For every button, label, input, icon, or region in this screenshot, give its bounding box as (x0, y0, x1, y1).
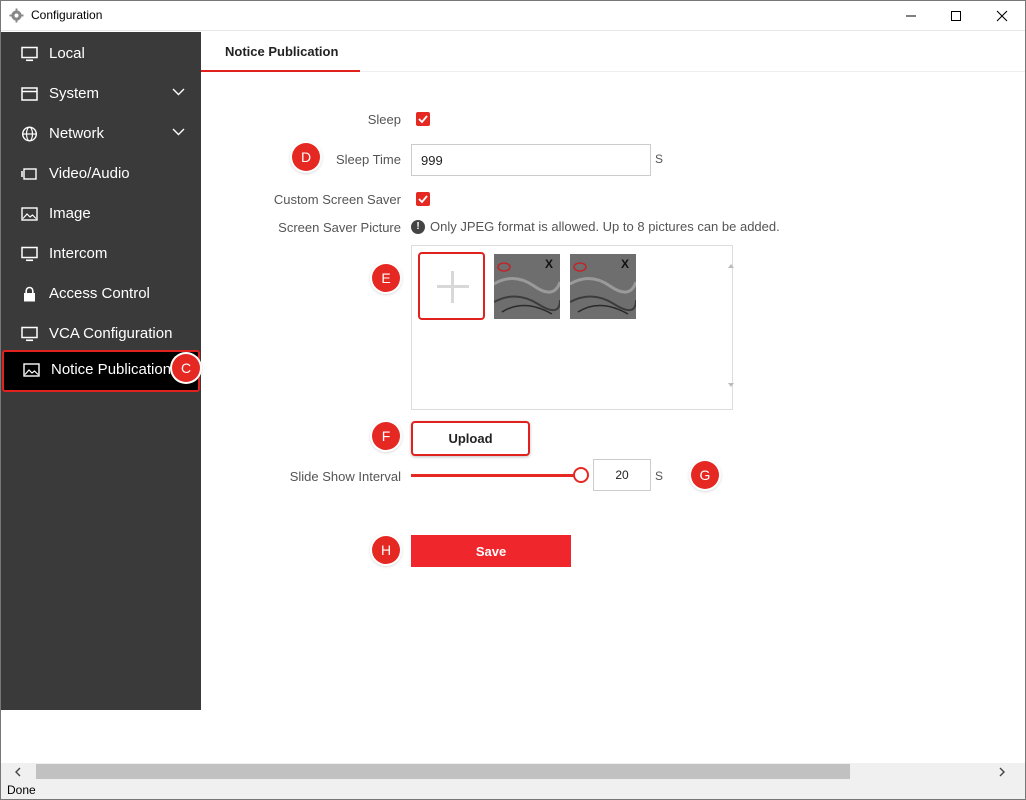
status-bar: Done (0, 780, 1026, 800)
callout-marker-d: D (292, 143, 320, 171)
sidebar-item-label: Access Control (49, 285, 150, 302)
tab-active-indicator (201, 70, 360, 72)
maximize-icon (951, 10, 961, 21)
title-bar: Configuration (0, 0, 1026, 31)
custom-screen-saver-label: Custom Screen Saver (273, 192, 401, 207)
sidebar-item-access-control[interactable]: Access Control (0, 274, 201, 314)
callout-marker-g: G (691, 461, 719, 489)
custom-screen-saver-checkbox[interactable] (416, 192, 430, 206)
sidebar-item-label: VCA Configuration (49, 325, 173, 342)
picture-thumbnail[interactable]: X (570, 254, 636, 319)
image-icon (21, 207, 38, 221)
info-icon: ! (411, 219, 425, 234)
app-gear-icon (9, 8, 24, 23)
delete-picture-button[interactable]: X (621, 257, 629, 271)
scroll-left-icon[interactable] (14, 767, 22, 777)
scrollbar-thumb[interactable] (36, 764, 850, 779)
delete-picture-button[interactable]: X (545, 257, 553, 271)
slider-handle[interactable] (573, 467, 589, 483)
image-icon (23, 363, 40, 377)
screen-saver-picture-label: Screen Saver Picture (278, 220, 401, 235)
horizontal-scrollbar[interactable] (0, 763, 1026, 780)
globe-icon (21, 126, 38, 142)
close-button[interactable] (979, 0, 1025, 31)
sidebar-item-label: Image (49, 205, 91, 222)
sleep-time-input[interactable]: 999 (411, 144, 651, 176)
checkmark-icon (418, 115, 428, 124)
sidebar-item-image[interactable]: Image (0, 194, 201, 234)
list-scroll-down-icon[interactable] (728, 383, 734, 387)
camera-icon (21, 168, 37, 180)
sidebar-item-label: Notice Publication (51, 361, 172, 378)
lock-icon (24, 286, 35, 302)
scroll-right-icon[interactable] (998, 767, 1006, 777)
slide-show-interval-label: Slide Show Interval (289, 469, 401, 484)
sleep-time-unit: S (655, 152, 664, 166)
callout-marker-f: F (372, 422, 400, 450)
chevron-down-icon[interactable] (172, 88, 185, 96)
sidebar-item-label: Local (49, 45, 85, 62)
add-picture-button[interactable] (418, 252, 485, 320)
picture-hint: ! Only JPEG format is allowed. Up to 8 p… (411, 219, 780, 234)
sidebar-item-system[interactable]: System (0, 74, 201, 114)
sidebar-item-intercom[interactable]: Intercom (0, 234, 201, 274)
window-icon (21, 87, 38, 101)
sidebar-item-label: System (49, 85, 100, 102)
slide-show-interval-unit: S (655, 469, 664, 483)
sleep-label: Sleep (367, 112, 401, 127)
monitor-icon (21, 246, 38, 262)
tab-notice-publication[interactable]: Notice Publication (225, 44, 338, 59)
picture-thumbnail[interactable]: X (494, 254, 560, 319)
maximize-button[interactable] (933, 0, 979, 31)
picture-hint-text: Only JPEG format is allowed. Up to 8 pic… (430, 219, 780, 234)
save-button[interactable]: Save (411, 535, 571, 567)
callout-marker-c: C (172, 354, 200, 382)
minimize-icon (906, 15, 916, 16)
checkmark-icon (418, 195, 428, 204)
sidebar-item-vca-configuration[interactable]: VCA Configuration (0, 314, 201, 354)
monitor-icon (21, 326, 38, 342)
slide-show-interval-input[interactable]: 20 (593, 459, 651, 491)
sidebar-item-label: Intercom (49, 245, 108, 262)
sleep-checkbox[interactable] (416, 112, 430, 126)
sleep-time-label: Sleep Time (335, 152, 401, 167)
callout-marker-e: E (372, 264, 400, 292)
status-text: Done (7, 783, 36, 797)
sidebar-item-notice-publication[interactable]: Notice Publication (2, 350, 200, 392)
sidebar-item-network[interactable]: Network (0, 114, 201, 154)
list-scroll-up-icon[interactable] (728, 264, 734, 268)
chevron-down-icon[interactable] (172, 128, 185, 136)
sidebar-item-local[interactable]: Local (0, 34, 201, 74)
sidebar-item-label: Network (49, 125, 105, 142)
upload-button[interactable]: Upload (411, 421, 530, 456)
sidebar-item-video-audio[interactable]: Video/Audio (0, 154, 201, 194)
window-title: Configuration (31, 8, 103, 22)
sidebar-item-label: Video/Audio (49, 165, 130, 182)
sidebar: Local System Network Video/Audio Image I… (0, 32, 201, 710)
slide-show-interval-slider[interactable] (411, 474, 581, 477)
close-icon (996, 10, 1008, 21)
monitor-icon (21, 46, 38, 62)
callout-marker-h: H (372, 536, 400, 564)
minimize-button[interactable] (888, 0, 934, 31)
